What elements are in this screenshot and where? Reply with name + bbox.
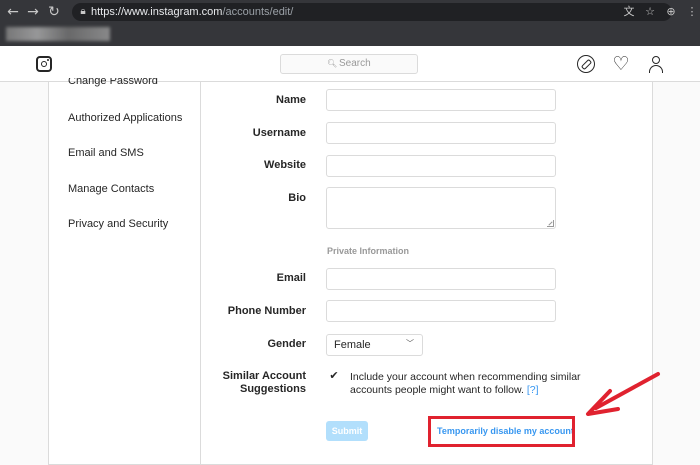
blurred-bookmark [6,27,110,41]
sidebar-item-label: Change Password [68,78,158,87]
back-arrow-icon[interactable]: ← [4,3,22,21]
phone-field[interactable] [326,300,556,322]
url-path: /accounts/edit/ [222,6,294,18]
instagram-logo-icon[interactable] [36,56,52,72]
menu-icon[interactable]: ⋮ [684,4,700,20]
private-information-title: Private Information [327,246,410,256]
phone-label: Phone Number [227,305,306,317]
bio-label: Bio [288,192,306,204]
sidebar-item-manage-contacts[interactable]: Manage Contacts [68,182,154,196]
user-icon[interactable] [647,55,665,73]
search-icon: 🔍︎ [327,59,338,68]
submit-button[interactable]: Submit [326,421,368,441]
sidebar-item-authorized-applications[interactable]: Authorized Applications [68,111,182,125]
suggestions-description: Include your account when recommending s… [350,371,586,397]
username-label: Username [252,127,306,139]
star-icon[interactable]: ☆ [642,4,658,20]
sidebar-item-email-and-sms[interactable]: Email and SMS [68,146,144,160]
extension-icon[interactable]: ⊕ [663,4,679,20]
gender-label: Gender [267,338,306,350]
website-field[interactable] [326,155,556,177]
sidebar-divider [200,82,201,465]
search-placeholder: Search [339,58,371,69]
website-label: Website [264,159,306,171]
url-text[interactable]: https://www.instagram.com/accounts/edit/ [91,5,293,19]
heart-icon[interactable]: ♡ [612,55,630,74]
email-field[interactable] [326,268,556,290]
url-host: https://www.instagram.com [91,6,223,18]
email-label: Email [276,272,306,284]
suggestions-text: Include your account when recommending s… [350,371,581,396]
translate-icon[interactable]: 文 [621,4,637,20]
chevron-down-icon: ﹀ [406,339,414,348]
forward-arrow-icon[interactable]: → [24,3,42,21]
textarea-resize-icon[interactable] [547,220,554,227]
annotation-highlight-box [428,416,575,447]
suggestions-label-line2: Suggestions [239,383,306,395]
suggestions-help-link[interactable]: [?] [527,384,539,396]
compass-icon[interactable] [577,55,595,73]
username-field[interactable] [326,122,556,144]
lock-icon[interactable]: 🔒︎ [76,5,90,19]
annotation-arrow-icon [586,372,660,416]
name-field[interactable] [326,89,556,111]
sidebar-item-privacy-and-security[interactable]: Privacy and Security [68,217,168,231]
suggestions-checkbox[interactable]: ✔ [328,370,340,382]
reload-icon[interactable]: ↻ [45,3,63,21]
bio-field[interactable] [326,187,556,229]
sidebar-item-change-password[interactable]: Change Password [68,78,158,90]
name-label: Name [276,94,306,106]
gender-select-value: Female [334,339,371,351]
suggestions-label-line1: Similar Account [222,370,306,382]
